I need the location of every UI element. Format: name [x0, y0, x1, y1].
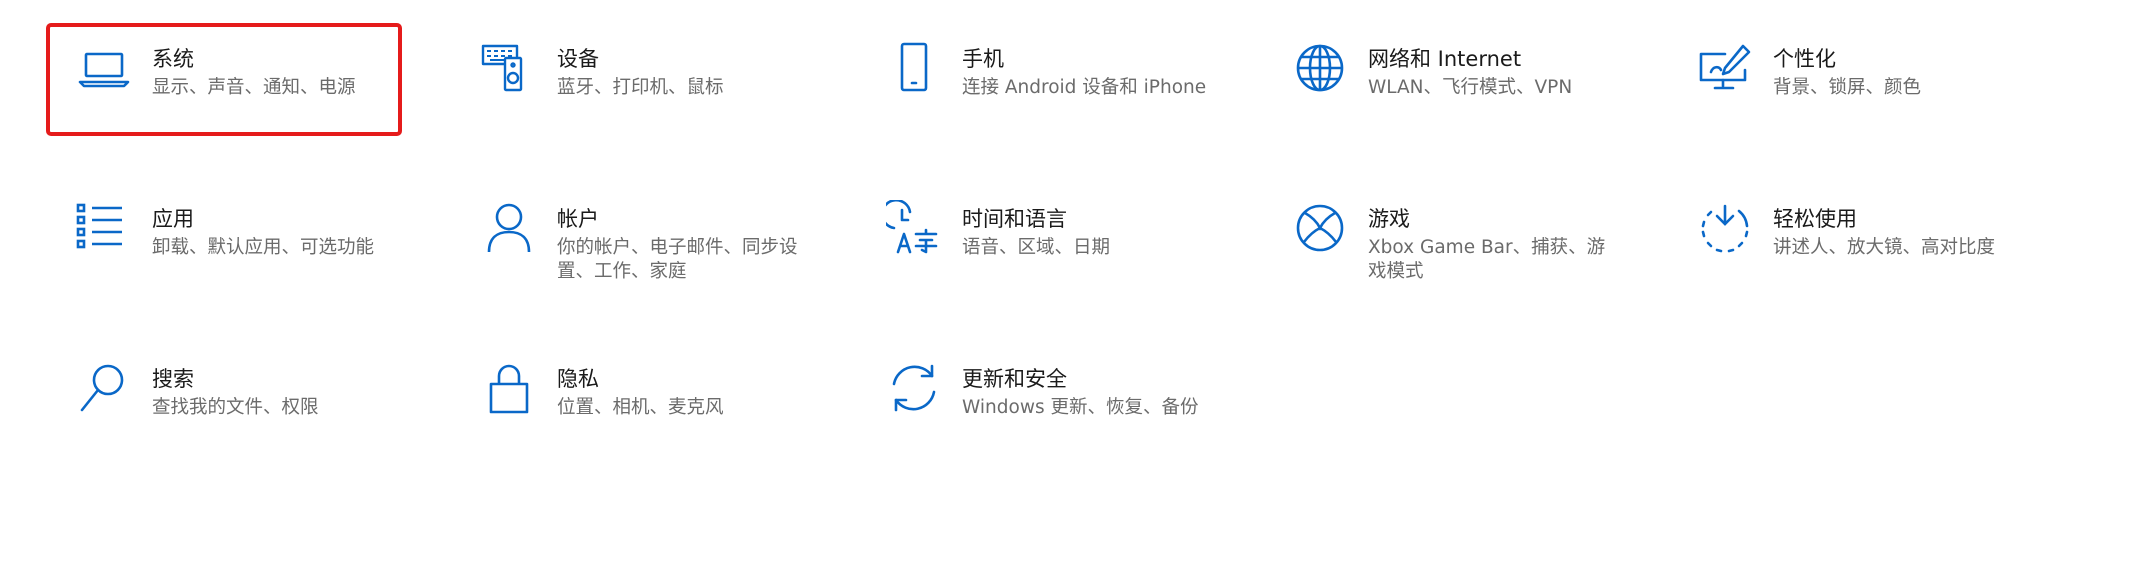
tile-phone[interactable]: 手机 连接 Android 设备和 iPhone: [886, 40, 1216, 150]
tile-title: 设备: [557, 47, 599, 71]
tile-gaming[interactable]: 游戏 Xbox Game Bar、捕获、游戏模式: [1292, 200, 1622, 310]
tile-title: 轻松使用: [1773, 207, 1857, 231]
refresh-icon: [886, 360, 942, 416]
tile-title: 隐私: [557, 367, 599, 391]
xbox-icon: [1292, 200, 1348, 256]
devices-icon: [481, 40, 537, 96]
time-language-icon: [886, 200, 942, 256]
tile-privacy[interactable]: 隐私 位置、相机、麦克风: [481, 360, 811, 470]
phone-icon: [886, 40, 942, 96]
tile-description: 你的帐户、电子邮件、同步设置、工作、家庭: [557, 237, 798, 282]
tile-title: 应用: [152, 207, 194, 231]
tile-description: Windows 更新、恢复、备份: [962, 397, 1199, 418]
tile-title: 时间和语言: [962, 207, 1067, 231]
search-icon: [76, 360, 132, 416]
tile-description: 语音、区域、日期: [962, 237, 1111, 258]
tile-description: 查找我的文件、权限: [152, 397, 319, 418]
tile-title: 游戏: [1368, 207, 1410, 231]
tile-description: 讲述人、放大镜、高对比度: [1773, 237, 1996, 258]
tile-time-language[interactable]: 时间和语言 语音、区域、日期: [886, 200, 1216, 310]
ease-of-access-icon: [1697, 200, 1753, 256]
tile-apps[interactable]: 应用 卸载、默认应用、可选功能: [76, 200, 406, 310]
person-icon: [481, 200, 537, 256]
apps-list-icon: [76, 200, 132, 256]
tile-network[interactable]: 网络和 Internet WLAN、飞行模式、VPN: [1292, 40, 1622, 150]
tile-devices[interactable]: 设备 蓝牙、打印机、鼠标: [481, 40, 811, 150]
tile-search[interactable]: 搜索 查找我的文件、权限: [76, 360, 406, 470]
tile-description: 卸载、默认应用、可选功能: [152, 237, 375, 258]
tile-description: Xbox Game Bar、捕获、游戏模式: [1368, 237, 1606, 282]
tile-personalization[interactable]: 个性化 背景、锁屏、颜色: [1697, 40, 2027, 150]
tile-description: 位置、相机、麦克风: [557, 397, 724, 418]
tile-title: 个性化: [1773, 47, 1836, 71]
tile-description: WLAN、飞行模式、VPN: [1368, 77, 1573, 98]
tile-title: 网络和 Internet: [1368, 47, 1522, 71]
tile-description: 背景、锁屏、颜色: [1773, 77, 1922, 98]
tile-accounts[interactable]: 帐户 你的帐户、电子邮件、同步设置、工作、家庭: [481, 200, 811, 310]
tile-title: 更新和安全: [962, 367, 1067, 391]
tile-title: 帐户: [557, 207, 599, 231]
tile-ease-of-access[interactable]: 轻松使用 讲述人、放大镜、高对比度: [1697, 200, 2027, 310]
tile-description: 蓝牙、打印机、鼠标: [557, 77, 724, 98]
tile-update-security[interactable]: 更新和安全 Windows 更新、恢复、备份: [886, 360, 1216, 470]
globe-icon: [1292, 40, 1348, 96]
personalization-icon: [1697, 40, 1753, 96]
selection-highlight: [46, 23, 402, 136]
tile-title: 手机: [962, 47, 1004, 71]
lock-icon: [481, 360, 537, 416]
tile-description: 连接 Android 设备和 iPhone: [962, 77, 1207, 98]
tile-title: 搜索: [152, 367, 194, 391]
